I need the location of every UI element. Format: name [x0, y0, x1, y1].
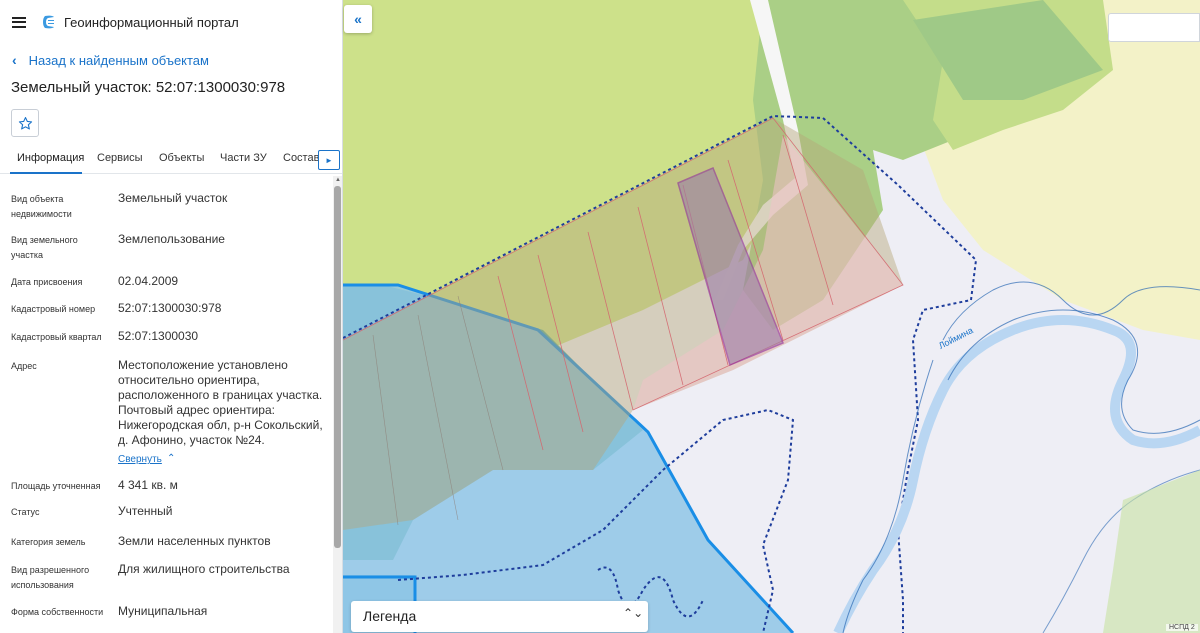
scroll-up-arrow-icon[interactable]: ▲: [335, 177, 341, 183]
info-value: 52:07:1300030:978: [118, 301, 222, 315]
info-key: Форма собственности: [11, 607, 104, 617]
info-value: Для жилищного строительства: [118, 562, 290, 576]
info-key: Вид земельного участка: [11, 235, 78, 260]
scale-label: НСПД 2: [1166, 624, 1198, 631]
legend-dropdown[interactable]: Легенда ⌃⌄: [351, 601, 648, 632]
info-key: Вид объекта недвижимости: [11, 194, 72, 219]
chevron-up-icon[interactable]: ⌃: [167, 453, 175, 464]
legend-label: Легенда: [363, 608, 417, 624]
back-link[interactable]: ‹ Назад к найденным объектам: [12, 52, 209, 68]
info-key: Категория земель: [11, 537, 86, 547]
map-view[interactable]: Лоймина: [343, 0, 1200, 633]
info-key: Адрес: [11, 361, 37, 371]
chevron-left-icon: ‹: [12, 52, 17, 68]
sidebar-panel: Геоинформационный портал ‹ Назад к найде…: [0, 0, 343, 633]
info-key: Статус: [11, 507, 40, 517]
double-chevron-left-icon: «: [354, 11, 362, 27]
info-value: Учтенный: [118, 504, 173, 518]
tab-bar: Информация Сервисы Объекты Части ЗУ Сост…: [0, 146, 342, 174]
tab-parts[interactable]: Части ЗУ: [220, 152, 267, 164]
info-key: Вид разрешенного использования: [11, 565, 90, 590]
info-key: Кадастровый квартал: [11, 332, 102, 342]
object-title: Земельный участок: 52:07:1300030:978: [11, 79, 286, 96]
info-value: 4 341 кв. м: [118, 478, 178, 492]
back-link-label: Назад к найденным объектам: [28, 52, 209, 68]
star-icon: [18, 116, 32, 129]
info-value: Землепользование: [118, 232, 225, 246]
collapse-address-link[interactable]: Свернуть: [118, 454, 162, 465]
topbar: Геоинформационный портал: [0, 0, 342, 44]
favorite-button[interactable]: [11, 109, 39, 137]
map-canvas[interactable]: [343, 0, 1200, 633]
scrollbar-thumb[interactable]: [334, 186, 341, 548]
updown-chevron-icon[interactable]: ⌃⌄: [623, 606, 643, 620]
address-value: Местоположение установлено относительно …: [118, 358, 323, 447]
info-value: Земли населенных пунктов: [118, 534, 271, 548]
tab-objects[interactable]: Объекты: [159, 152, 204, 164]
info-value: 02.04.2009: [118, 274, 179, 288]
collapse-sidebar-button[interactable]: «: [344, 5, 372, 33]
triangle-right-icon: ►: [325, 155, 333, 165]
hamburger-icon[interactable]: [12, 16, 26, 28]
tab-info[interactable]: Информация: [17, 152, 84, 164]
portal-title: Геоинформационный портал: [64, 14, 239, 30]
info-key: Дата присвоения: [11, 277, 83, 287]
tabs-next-button[interactable]: ►: [318, 150, 340, 170]
active-tab-indicator: [10, 172, 82, 174]
tab-services[interactable]: Сервисы: [97, 152, 143, 164]
info-value: Муниципальная: [118, 604, 208, 618]
tab-composition[interactable]: Состав: [283, 152, 319, 164]
portal-logo-icon: [43, 15, 54, 29]
info-value: 52:07:1300030: [118, 329, 199, 343]
info-value: Земельный участок: [118, 191, 228, 205]
map-search-input[interactable]: [1108, 13, 1200, 42]
info-key: Кадастровый номер: [11, 304, 96, 314]
info-key: Площадь уточненная: [11, 481, 101, 491]
